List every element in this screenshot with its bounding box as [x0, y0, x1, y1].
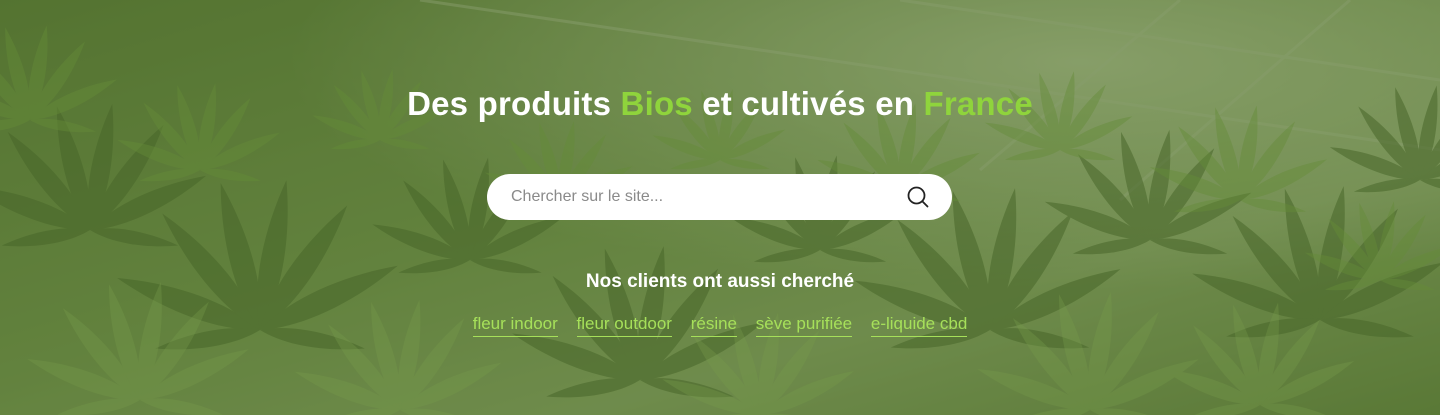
tag-fleur-outdoor[interactable]: fleur outdoor [576, 313, 672, 337]
headline-accent-bios: Bios [620, 85, 693, 122]
search-icon[interactable] [906, 185, 930, 209]
hero-content: Des produits Bios et cultivés en France … [0, 0, 1440, 415]
hero-banner: Des produits Bios et cultivés en France … [0, 0, 1440, 415]
headline-accent-france: France [923, 85, 1033, 122]
hero-headline: Des produits Bios et cultivés en France [0, 84, 1440, 124]
tag-seve-purifiee[interactable]: sève purifiée [755, 313, 853, 337]
search-input[interactable] [511, 174, 891, 220]
suggestions-title: Nos clients ont aussi cherché [585, 271, 855, 292]
headline-text-2: et cultivés en [692, 85, 924, 122]
tag-e-liquide-cbd[interactable]: e-liquide cbd [870, 313, 968, 337]
suggestion-tags: fleur indoor fleur outdoor résine sève p… [0, 313, 1440, 337]
tag-fleur-indoor[interactable]: fleur indoor [472, 313, 558, 337]
headline-text-1: Des produits [407, 85, 621, 122]
tag-resine[interactable]: résine [690, 313, 738, 337]
search-bar [487, 174, 952, 220]
